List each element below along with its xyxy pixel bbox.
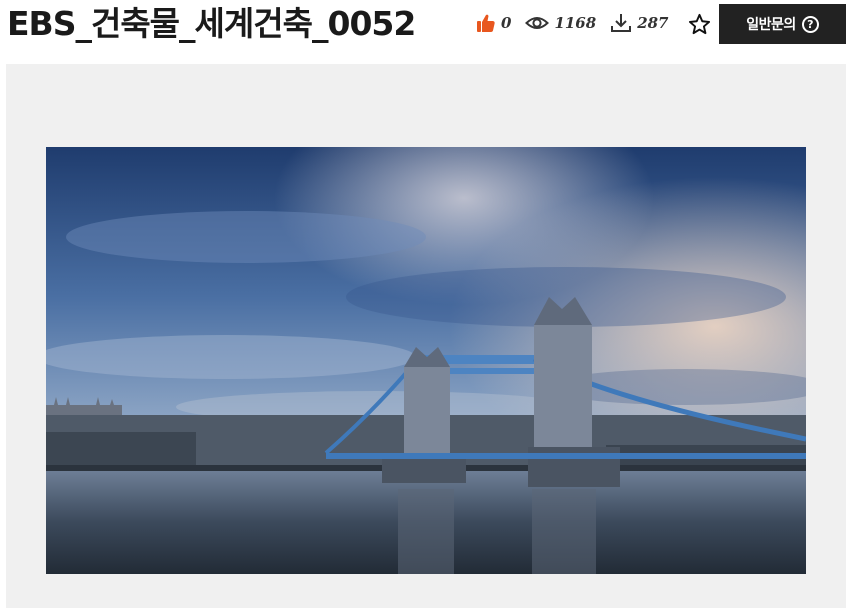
tower-bridge-photo[interactable]	[46, 147, 806, 574]
downloads-stat[interactable]: 287	[610, 13, 669, 33]
downloads-count: 287	[637, 14, 669, 32]
download-icon	[610, 13, 632, 33]
eye-icon	[525, 14, 550, 32]
general-inquiry-button[interactable]: 일반문의 ?	[719, 4, 846, 44]
views-stat: 1168	[525, 14, 596, 32]
inquiry-label: 일반문의	[746, 17, 796, 33]
star-outline-icon	[688, 13, 711, 40]
stats-bar: 0 1168 287	[476, 11, 683, 35]
likes-count: 0	[501, 14, 512, 32]
thumbs-up-icon	[476, 13, 496, 33]
page-title: EBS_건축물_세계건축_0052	[7, 4, 416, 43]
image-viewer	[6, 64, 846, 608]
likes-stat[interactable]: 0	[476, 13, 511, 33]
favorite-star-button[interactable]	[688, 13, 711, 36]
header: EBS_건축물_세계건축_0052 0 1168 287 일반문의 ?	[0, 0, 848, 48]
question-circle-icon: ?	[801, 15, 819, 33]
views-count: 1168	[554, 14, 597, 32]
